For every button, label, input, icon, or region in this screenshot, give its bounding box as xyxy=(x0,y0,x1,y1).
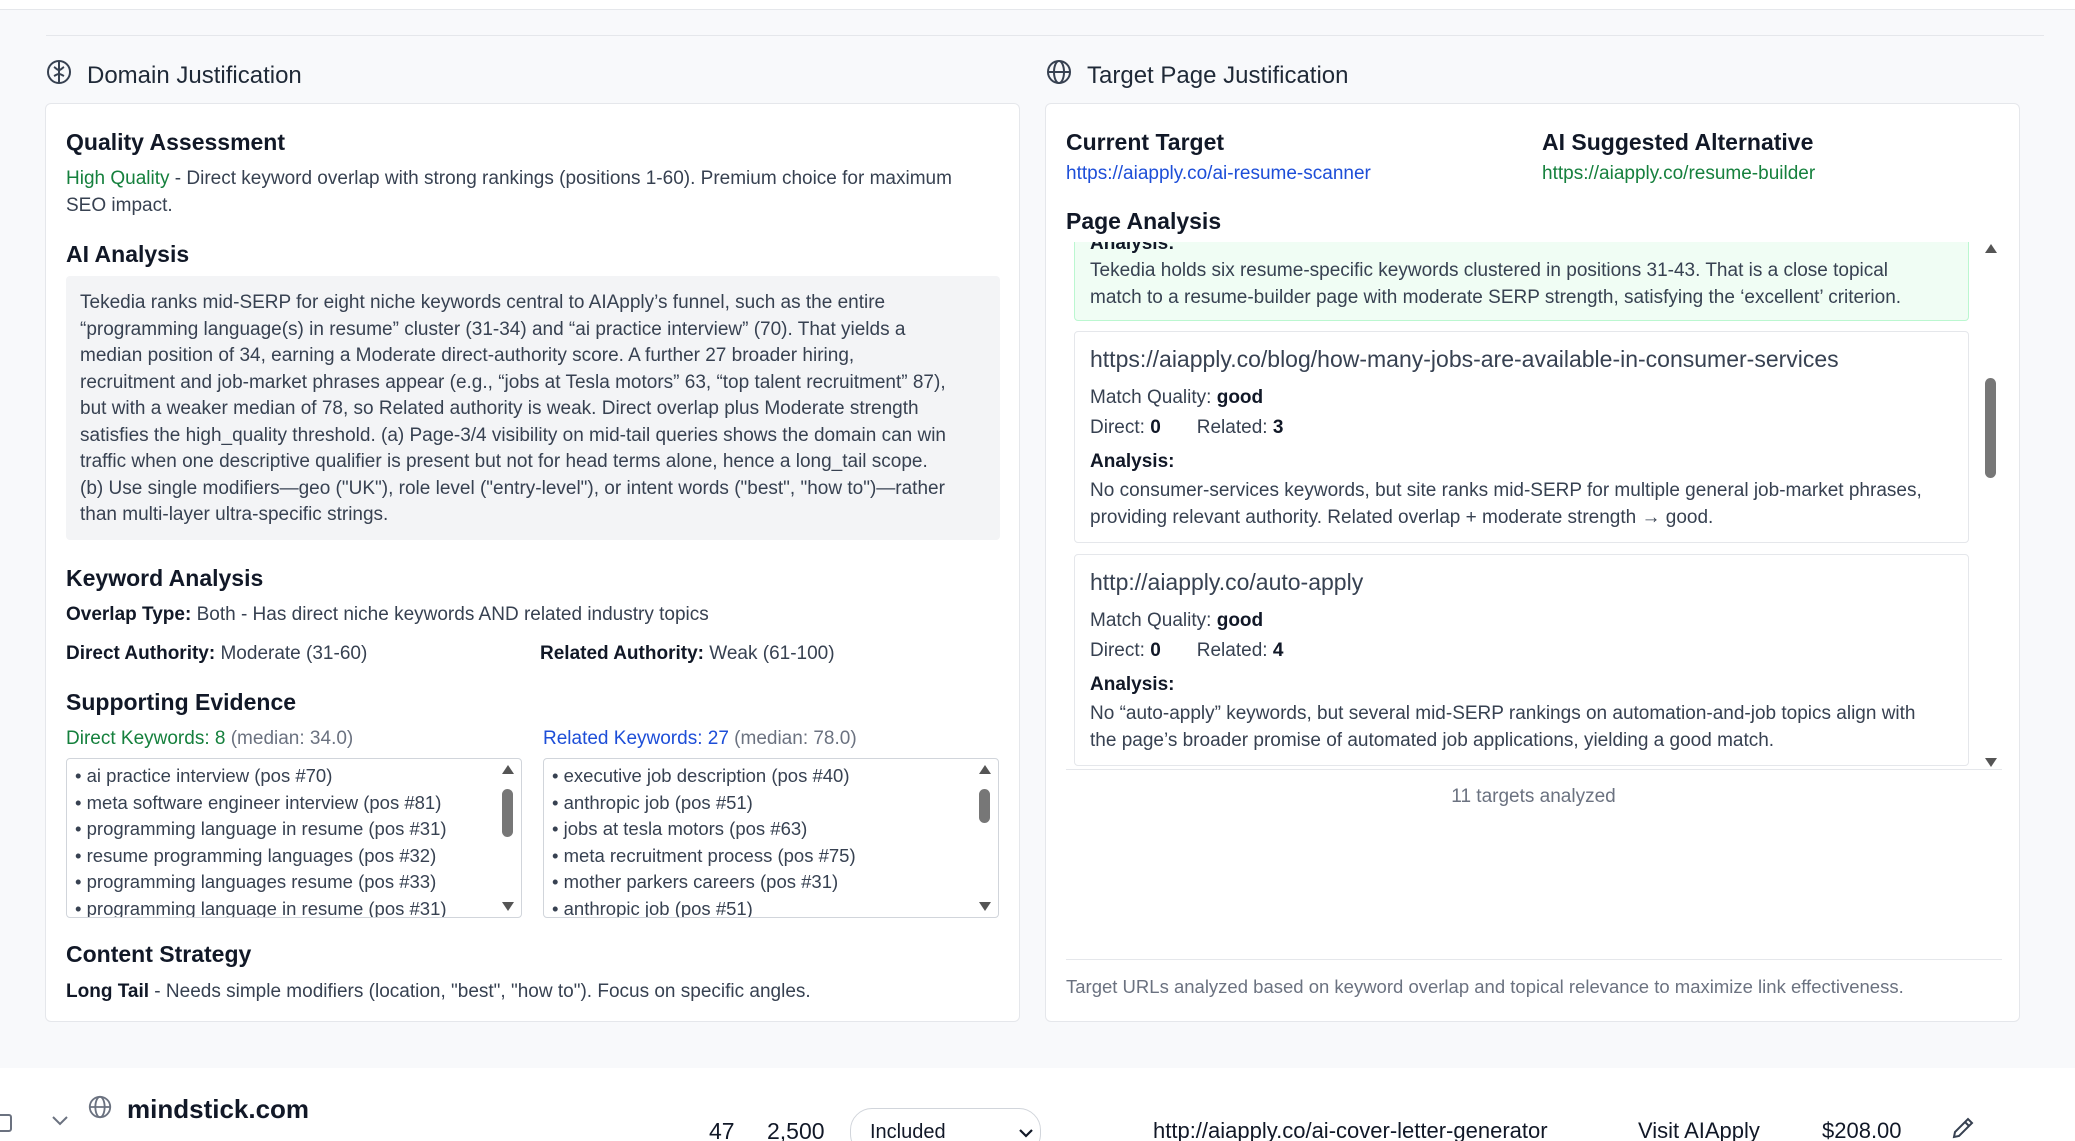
chevron-down-icon[interactable] xyxy=(50,1114,70,1133)
divider xyxy=(46,35,2044,36)
overlap-type: Overlap Type: Both - Has direct niche ke… xyxy=(66,604,709,625)
ai-analysis-box: Tekedia ranks mid-SERP for eight niche k… xyxy=(66,276,1000,540)
target-url[interactable]: https://aiapply.co/blog/how-many-jobs-ar… xyxy=(1090,346,1839,373)
direct-keywords-list[interactable]: • ai practice interview (pos #70) • meta… xyxy=(66,758,522,918)
scroll-down-icon[interactable] xyxy=(979,902,991,911)
footer-note: Target URLs analyzed based on keyword ov… xyxy=(1066,976,1904,997)
direct-authority: Direct Authority: Moderate (31-60) xyxy=(66,643,368,664)
target-url[interactable]: http://aiapply.co/ai-cover-letter-genera… xyxy=(1153,1118,1548,1141)
globe-icon xyxy=(87,1094,113,1125)
related-keywords-list[interactable]: • executive job description (pos #40) • … xyxy=(543,758,999,918)
domain-justification-panel: Quality Assessment High Quality - Direct… xyxy=(45,103,1020,1022)
related-authority: Related Authority: Weak (61-100) xyxy=(540,643,835,664)
list-item: • anthropic job (pos #51) xyxy=(552,791,753,813)
target-card: https://aiapply.co/blog/how-many-jobs-ar… xyxy=(1074,331,1969,543)
pencil-icon[interactable] xyxy=(1950,1115,1976,1141)
scroll-down-icon[interactable] xyxy=(1985,758,1997,767)
page-analysis-list[interactable]: Analysis: Tekedia holds six resume-speci… xyxy=(1066,242,2002,770)
metric-value: 2,500 xyxy=(767,1118,825,1141)
scrollbar[interactable] xyxy=(976,763,994,913)
scroll-thumb[interactable] xyxy=(979,789,990,823)
list-item: • jobs at tesla motors (pos #63) xyxy=(552,818,808,839)
scroll-up-icon[interactable] xyxy=(502,765,514,774)
scroll-thumb[interactable] xyxy=(1985,378,1996,478)
current-target-link[interactable]: https://aiapply.co/ai-resume-scanner xyxy=(1066,160,1371,187)
target-card: Analysis: Tekedia holds six resume-speci… xyxy=(1074,242,1969,321)
ai-analysis-heading: AI Analysis xyxy=(66,241,190,267)
list-item: • programming language in resume (pos #3… xyxy=(75,897,447,918)
scroll-down-icon[interactable] xyxy=(502,902,514,911)
list-item: • meta recruitment process (pos #75) xyxy=(552,844,856,866)
target-card: http://aiapply.co/auto-apply Match Quali… xyxy=(1074,554,1969,766)
list-item: • ai practice interview (pos #70) xyxy=(75,765,333,786)
keyword-analysis-heading: Keyword Analysis xyxy=(66,565,264,591)
row-checkbox[interactable] xyxy=(0,1114,12,1132)
chevron-down-icon xyxy=(1019,1129,1033,1138)
scroll-up-icon[interactable] xyxy=(979,765,991,774)
price: $208.00 xyxy=(1822,1118,1902,1141)
quality-level: High Quality xyxy=(66,168,170,189)
section-title: Target Page Justification xyxy=(1087,61,1349,89)
metric-value: 47 xyxy=(709,1118,735,1141)
content-strategy-text: Long Tail - Needs simple modifiers (loca… xyxy=(66,981,811,1002)
list-item: • programming languages resume (pos #33) xyxy=(75,871,437,892)
status-select[interactable]: Included xyxy=(850,1108,1041,1141)
current-target-label: Current Target xyxy=(1066,129,1225,155)
scroll-thumb[interactable] xyxy=(502,789,513,837)
target-justification-panel: Current Target https://aiapply.co/ai-res… xyxy=(1045,103,2020,1022)
anchor-text: Visit AIApply xyxy=(1638,1118,1760,1141)
target-justification-header: Target Page Justification xyxy=(1045,58,1348,93)
scrollbar[interactable] xyxy=(1982,242,2000,769)
page-analysis-heading: Page Analysis xyxy=(1066,208,1222,234)
domain-name[interactable]: mindstick.com xyxy=(127,1094,309,1125)
target-url[interactable]: http://aiapply.co/auto-apply xyxy=(1090,569,1363,596)
top-strip xyxy=(0,0,2075,10)
scrollbar[interactable] xyxy=(499,763,517,913)
supporting-evidence-heading: Supporting Evidence xyxy=(66,689,297,715)
divider xyxy=(1066,959,2002,960)
quality-text: High Quality - Direct keyword overlap wi… xyxy=(66,168,952,216)
brain-icon xyxy=(45,58,73,93)
domain-justification-header: Domain Justification xyxy=(45,58,302,93)
section-title: Domain Justification xyxy=(87,61,302,89)
table-row[interactable]: mindstick.com 47 2,500 Included http://a… xyxy=(0,1068,2075,1141)
content-strategy-heading: Content Strategy xyxy=(66,941,252,967)
targets-count: 11 targets analyzed xyxy=(1451,786,1616,807)
scroll-up-icon[interactable] xyxy=(1985,244,1997,253)
list-item: • anthropic job (pos #51) xyxy=(552,897,753,918)
list-item: • executive job description (pos #40) xyxy=(552,765,850,786)
list-item: • mother parkers careers (pos #31) xyxy=(552,871,839,892)
globe-icon xyxy=(1045,58,1073,93)
related-keywords-title: Related Keywords: 27 (median: 78.0) xyxy=(543,728,857,749)
direct-keywords-title: Direct Keywords: 8 (median: 34.0) xyxy=(66,728,354,749)
suggested-alternative-link[interactable]: https://aiapply.co/resume-builder xyxy=(1542,160,1815,187)
list-item: • meta software engineer interview (pos … xyxy=(75,791,442,813)
quality-assessment-heading: Quality Assessment xyxy=(66,129,286,155)
suggested-alternative-label: AI Suggested Alternative xyxy=(1542,129,1814,155)
list-item: • resume programming languages (pos #32) xyxy=(75,844,437,866)
list-item: • programming language in resume (pos #3… xyxy=(75,818,447,839)
